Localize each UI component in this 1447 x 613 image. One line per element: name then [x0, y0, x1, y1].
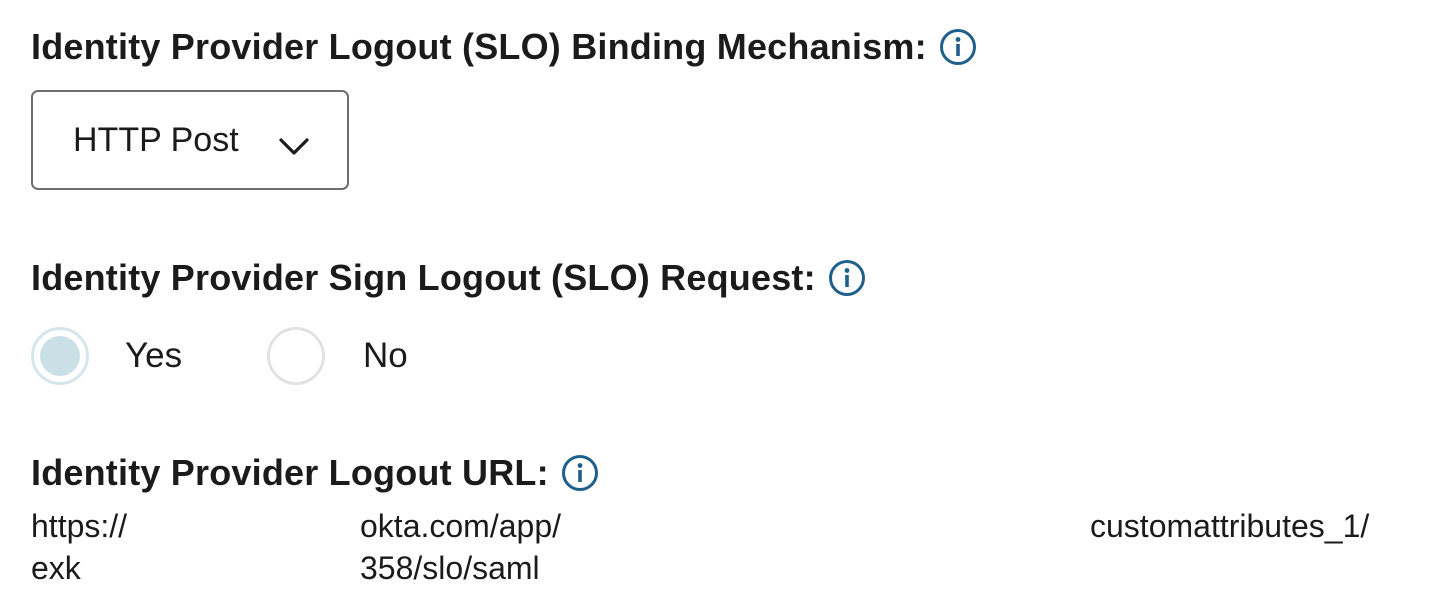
binding-mechanism-label-text: Identity Provider Logout (SLO) Binding M…	[31, 26, 927, 67]
chevron-down-icon	[278, 128, 310, 155]
binding-mechanism-selected-value: HTTP Post	[73, 120, 239, 159]
sign-logout-request-label-text: Identity Provider Sign Logout (SLO) Requ…	[31, 257, 816, 298]
info-circle-icon[interactable]	[828, 259, 866, 297]
info-circle-icon[interactable]	[561, 454, 599, 492]
radio-no-label[interactable]: No	[363, 335, 408, 377]
logout-url-segment: exk	[31, 550, 81, 586]
logout-url-segment: customattributes_1/	[1090, 508, 1370, 544]
logout-url-segment: https://	[31, 508, 128, 544]
logout-url-segment: okta.com/app/	[360, 508, 561, 544]
sign-logout-request-label: Identity Provider Sign Logout (SLO) Requ…	[31, 259, 866, 297]
logout-url-label-text: Identity Provider Logout URL:	[31, 452, 549, 493]
logout-url-segment: 358/slo/saml	[360, 550, 540, 586]
binding-mechanism-select[interactable]: HTTP Post	[31, 90, 349, 190]
radio-yes-label[interactable]: Yes	[125, 335, 182, 377]
radio-yes[interactable]	[31, 327, 89, 385]
binding-mechanism-label: Identity Provider Logout (SLO) Binding M…	[31, 28, 977, 66]
logout-url-label: Identity Provider Logout URL:	[31, 454, 599, 492]
info-circle-icon[interactable]	[939, 28, 977, 66]
radio-no[interactable]	[267, 327, 325, 385]
